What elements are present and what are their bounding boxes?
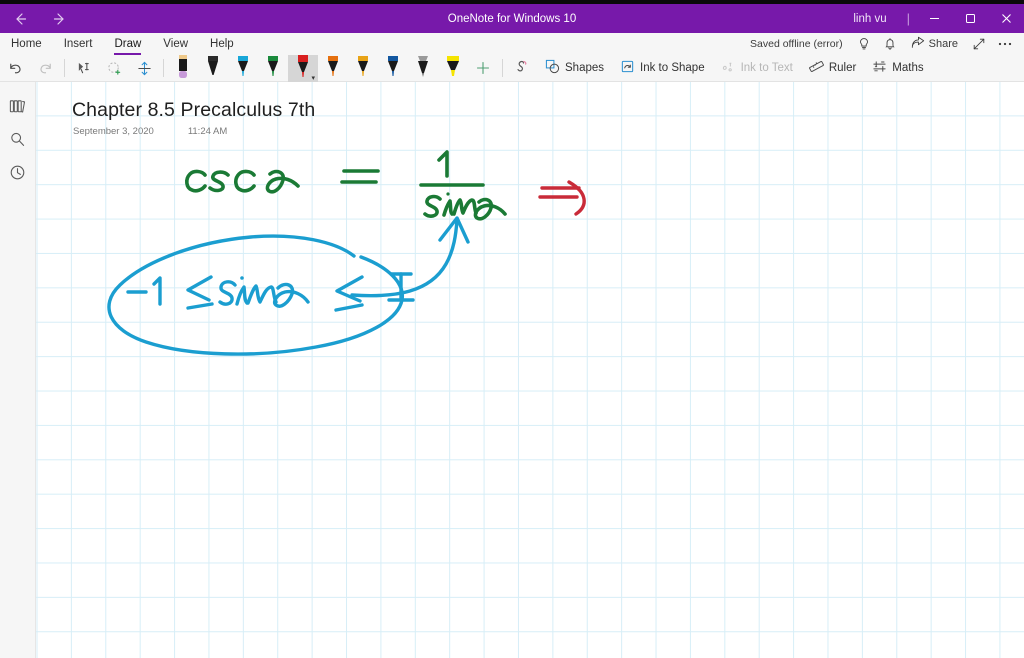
ink-implies-red (538, 180, 586, 216)
insert-space-icon[interactable] (129, 55, 159, 81)
page-time: 11:24 AM (187, 126, 228, 137)
ribbon-divider-3 (502, 59, 503, 77)
shapes-icon (545, 59, 560, 77)
forward-button[interactable] (40, 4, 80, 33)
share-button[interactable]: Share (903, 33, 966, 55)
maths-label: Maths (892, 62, 924, 74)
maths-button[interactable]: Maths (864, 55, 931, 81)
account-name[interactable]: linh vu (839, 13, 900, 25)
pen-amber[interactable] (348, 55, 378, 82)
pen-green[interactable] (258, 55, 288, 82)
ink-color-icon[interactable] (507, 55, 537, 81)
page-canvas[interactable]: Chapter 8.5 Precalculus 7th September 3,… (36, 82, 1024, 658)
recent-notes-icon[interactable] (1, 156, 35, 189)
shapes-button[interactable]: Shapes (537, 55, 612, 81)
save-status: Saved offline (error) (750, 38, 843, 50)
eraser-icon[interactable] (99, 55, 129, 81)
ink-inequality-blue (107, 216, 470, 356)
pen-cyan[interactable] (228, 55, 258, 82)
lasso-select-icon[interactable] (69, 55, 99, 81)
menu-bar: Home Insert Draw View Help Saved offline… (0, 33, 1024, 55)
lightbulb-icon[interactable] (851, 33, 877, 55)
share-icon (911, 36, 925, 52)
title-separator: | (906, 11, 910, 26)
pen-pencil-grey[interactable] (408, 55, 438, 82)
ink-equation-green (185, 150, 507, 221)
share-label: Share (928, 38, 958, 50)
tab-home[interactable]: Home (0, 33, 53, 55)
ruler-icon (808, 59, 824, 77)
back-button[interactable] (0, 4, 40, 33)
minimize-button[interactable] (916, 4, 952, 33)
highlighter-yellow[interactable] (438, 55, 468, 82)
ink-to-shape-button[interactable]: Ink to Shape (612, 55, 713, 81)
pen-blue[interactable] (378, 55, 408, 82)
pen-black[interactable] (198, 55, 228, 82)
draw-ribbon: ▾ Shapes Ink to Shape Ink to Text Ruler … (0, 54, 1024, 82)
chevron-down-icon[interactable]: ▾ (311, 75, 315, 82)
ink-to-text-button: Ink to Text (713, 55, 801, 81)
ruler-button[interactable]: Ruler (801, 55, 864, 81)
maximize-button[interactable] (952, 4, 988, 33)
ink-to-shape-label: Ink to Shape (640, 62, 705, 74)
bell-icon[interactable] (877, 33, 903, 55)
onenote-window: OneNote for Windows 10 linh vu | Home In… (0, 0, 1024, 658)
tab-insert[interactable]: Insert (53, 33, 104, 55)
notebooks-icon[interactable] (1, 90, 35, 123)
page-meta: September 3, 2020 11:24 AM (73, 126, 227, 137)
ribbon-divider-2 (163, 59, 164, 77)
ink-layer (107, 150, 586, 356)
title-bar: OneNote for Windows 10 linh vu | (0, 4, 1024, 33)
pen-tray: ▾ (168, 54, 468, 82)
undo-icon[interactable] (0, 55, 30, 81)
redo-icon[interactable] (30, 55, 60, 81)
close-button[interactable] (988, 4, 1024, 33)
pen-pencil-lavender[interactable] (168, 54, 198, 82)
page-date: September 3, 2020 (73, 126, 154, 137)
add-pen-button[interactable] (468, 55, 498, 81)
ellipsis-icon[interactable] (992, 33, 1018, 55)
tab-draw[interactable]: Draw (103, 33, 152, 55)
navigation-rail (0, 82, 36, 658)
pen-red[interactable]: ▾ (288, 54, 318, 82)
pen-orange[interactable] (318, 55, 348, 82)
page-title[interactable]: Chapter 8.5 Precalculus 7th (72, 99, 315, 122)
ruler-label: Ruler (828, 62, 857, 74)
search-icon[interactable] (1, 123, 35, 156)
title-bar-right: linh vu | (839, 4, 1024, 33)
expand-arrow-icon[interactable] (966, 33, 992, 55)
ribbon-divider (64, 59, 65, 77)
shapes-label: Shapes (565, 62, 605, 74)
ink-to-shape-icon (620, 59, 635, 77)
ink-to-text-icon (721, 59, 736, 77)
ink-to-text-label: Ink to Text (740, 62, 793, 74)
maths-icon (872, 59, 887, 77)
menu-bar-right: Saved offline (error) Share (742, 33, 1024, 55)
